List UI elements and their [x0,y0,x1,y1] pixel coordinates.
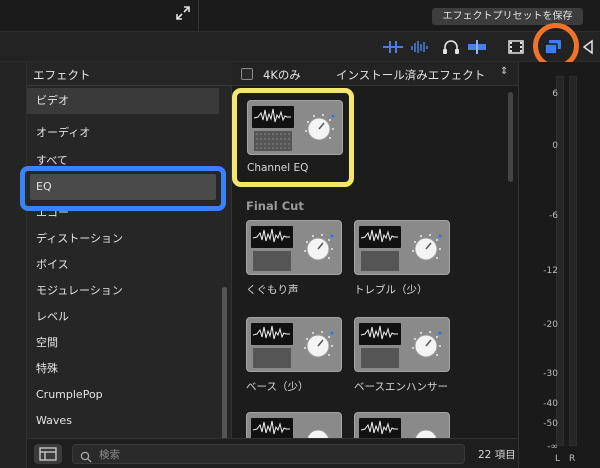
sidebar-title: エフェクト [33,68,91,82]
eq-thumbnail [246,220,342,275]
only-4k-checkbox[interactable] [241,68,253,80]
divider [198,0,199,32]
category-spaces[interactable]: 空間 [27,330,219,356]
eq-thumbnail [246,412,342,438]
meter-label-right: R [569,454,576,464]
eq-thumbnail [246,317,342,372]
meter-label-left: L [555,454,561,464]
category-specialized[interactable]: 特殊 [27,356,219,382]
only-4k-label: 4Kのみ [263,68,301,82]
timeline-toolbar [0,32,600,62]
top-bar: エフェクトプリセットを保存 [0,0,600,32]
category-distortion[interactable]: ディストーション [27,226,219,252]
grid-header: 4Kのみ インストール済みエフェクト ⇕ [232,62,518,86]
category-waves[interactable]: Waves [27,408,219,434]
category-crumplepop[interactable]: CrumplePop [27,382,219,408]
eq-thumbnail [354,317,450,372]
effect-tile-partial[interactable] [246,412,342,438]
installed-effects-select[interactable]: インストール済みエフェクト [336,67,485,83]
meter-tick: -6 [549,211,558,221]
video-filmstrip-icon[interactable] [505,38,527,56]
meter-tick: -12 [543,266,558,276]
category-audio[interactable]: オーディオ [27,120,219,146]
eq-thumbnail [354,412,450,438]
meter-tick: -20 [543,320,558,330]
browser-bottom-bar: 検索 22 項目 [27,438,518,468]
meter-tick: -40 [543,399,558,409]
category-levels[interactable]: レベル [27,304,219,330]
annotation-yellow-ring [232,88,354,187]
eq-thumbnail [354,220,450,275]
effect-tile-treble-reduction[interactable]: トレブル（少） [354,220,450,310]
annotation-blue-ring [20,166,226,211]
search-icon [80,448,92,467]
item-count: 22 項目 [478,449,516,461]
category-voice[interactable]: ボイス [27,252,219,278]
effects-category-sidebar: エフェクト ビデオ オーディオ すべて EQ エコー ディストーション ボイス … [27,62,232,468]
fullscreen-icon[interactable] [173,6,193,26]
chevron-updown-icon[interactable]: ⇕ [500,66,508,77]
layout-icon[interactable] [34,444,62,464]
viewer-edge [0,62,27,468]
meter-bar-left [556,76,564,446]
audio-edit-icon[interactable] [382,38,404,56]
meter-tick: -30 [543,369,558,379]
meter-bar-right [569,76,577,446]
meter-tick: -50 [543,419,558,429]
effect-label: ベース（少） [246,381,309,393]
effect-label: トレブル（少） [354,284,428,296]
sidebar-header: エフェクト [27,62,232,86]
audio-lanes-icon[interactable] [466,38,488,56]
section-title: Final Cut [246,199,304,213]
search-placeholder: 検索 [99,449,120,461]
headphones-icon[interactable] [440,38,462,56]
effect-tile-bass-enhancer[interactable]: ベースエンハンサー [354,317,450,407]
audio-meter: 6 0 -6 -12 -20 -30 -40 -50 -∞ L R [518,62,600,468]
meter-tick: -∞ [547,442,558,452]
category-video[interactable]: ビデオ [27,88,219,114]
effect-tile-bass-reduction[interactable]: ベース（少） [246,317,342,407]
grid-scrollbar[interactable] [508,92,513,182]
search-input[interactable]: 検索 [72,444,465,464]
inspector-icon[interactable] [578,38,600,56]
effect-label: ベースエンハンサー [354,381,448,393]
category-modulation[interactable]: モジュレーション [27,278,219,304]
meter-tick: 6 [552,89,558,99]
effect-tile-muffled-voice[interactable]: くぐもり声 [246,220,342,310]
effect-tile-partial[interactable] [354,412,450,438]
meter-tick: 0 [552,141,558,151]
effect-label: くぐもり声 [246,284,299,296]
waveform-icon[interactable] [409,38,431,56]
